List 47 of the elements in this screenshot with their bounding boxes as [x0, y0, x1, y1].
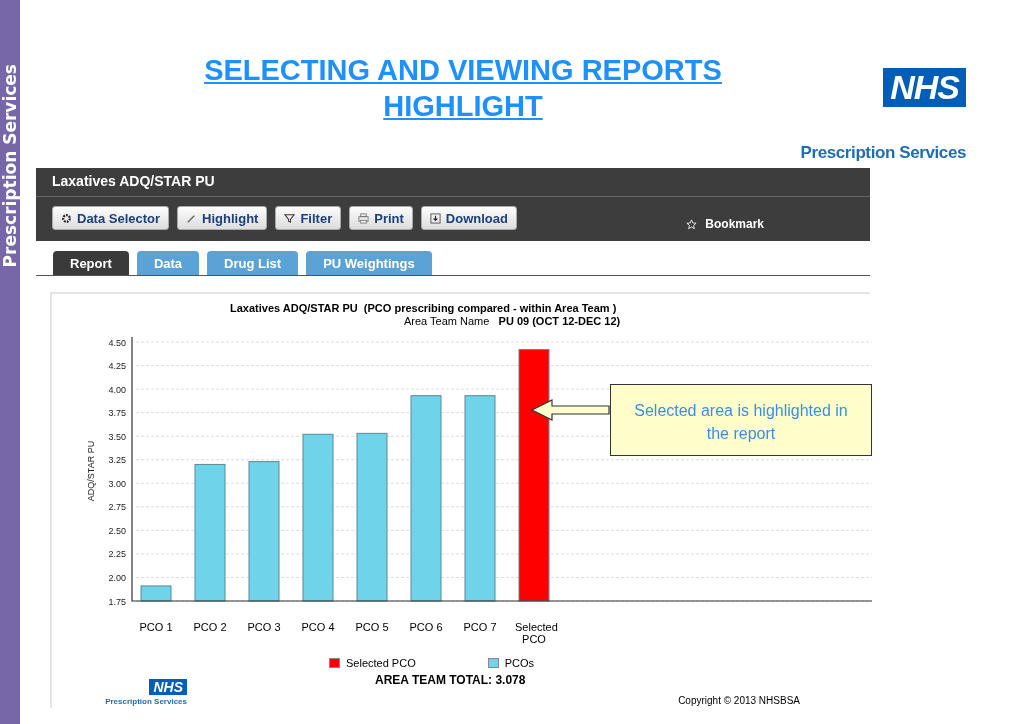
y-axis-title: ADQ/STAR PU: [86, 440, 96, 502]
y-tick-label: 4.00: [108, 384, 126, 395]
area-team-total: AREA TEAM TOTAL: 3.078: [375, 673, 526, 689]
y-tick-label: 2.00: [108, 572, 126, 583]
x-category-label: PCO 1: [139, 621, 173, 633]
report-title: Laxatives ADQ/STAR PU: [36, 168, 870, 197]
logo-caption: Prescription Services: [105, 697, 187, 706]
y-tick-label: 3.25: [108, 455, 126, 466]
y-tick-label: 3.50: [108, 431, 126, 442]
report-tab[interactable]: Report: [53, 251, 129, 275]
chart-subtitle: Area Team Name PU 09 (OCT 12-DEC 12): [404, 315, 622, 327]
chart-title: Laxatives ADQ/STAR PU (PCO prescribing compared - within Area Team ): [230, 302, 618, 314]
sidebar-title: Prescription Services: [0, 64, 20, 268]
x-category-label: PCO 3: [247, 621, 281, 633]
y-tick-label: 3.75: [108, 408, 126, 419]
toolbar-button[interactable]: Print: [349, 206, 413, 230]
y-tick-label: 1.75: [108, 596, 126, 607]
nhs-logo: NHS: [149, 679, 187, 695]
legend-label: Selected PCO: [346, 657, 416, 669]
download-icon: [429, 212, 441, 224]
x-category-label: PCO 2: [193, 621, 227, 633]
bookmark-link[interactable]: Bookmark: [686, 205, 764, 231]
logo-caption: Prescription Services: [800, 143, 966, 163]
y-tick-label: 4.25: [108, 361, 126, 372]
x-category-label: PCO 5: [355, 621, 389, 633]
callout-box: Selected area is highlighted in the report: [610, 384, 872, 456]
pencil-icon: [186, 212, 198, 224]
toolbar-button[interactable]: Download: [420, 206, 517, 230]
x-category-label: PCO 6: [409, 621, 443, 633]
y-tick-label: 3.00: [108, 478, 126, 489]
toolbar-button[interactable]: Data Selector: [52, 206, 170, 230]
x-category-label: PCO 7: [463, 621, 497, 633]
y-tick-label: 2.50: [108, 525, 126, 536]
toolbar-button[interactable]: Filter: [275, 206, 342, 230]
y-tick-label: 2.25: [108, 549, 126, 560]
toolbar-button[interactable]: Highlight: [177, 206, 268, 230]
filter-icon: [284, 212, 296, 224]
y-tick-label: 4.50: [108, 337, 126, 348]
copyright-text: Copyright © 2013 NHSBSA: [678, 695, 800, 706]
y-tick-label: 2.75: [108, 502, 126, 513]
printer-icon: [358, 212, 370, 224]
gear-icon: [61, 212, 72, 224]
star-icon: [686, 218, 698, 230]
legend-label: PCOs: [504, 657, 535, 669]
nhs-logo: NHS: [883, 68, 966, 107]
x-category-label: PCO 4: [301, 621, 335, 633]
x-category-label: Selected PCO: [515, 621, 558, 645]
